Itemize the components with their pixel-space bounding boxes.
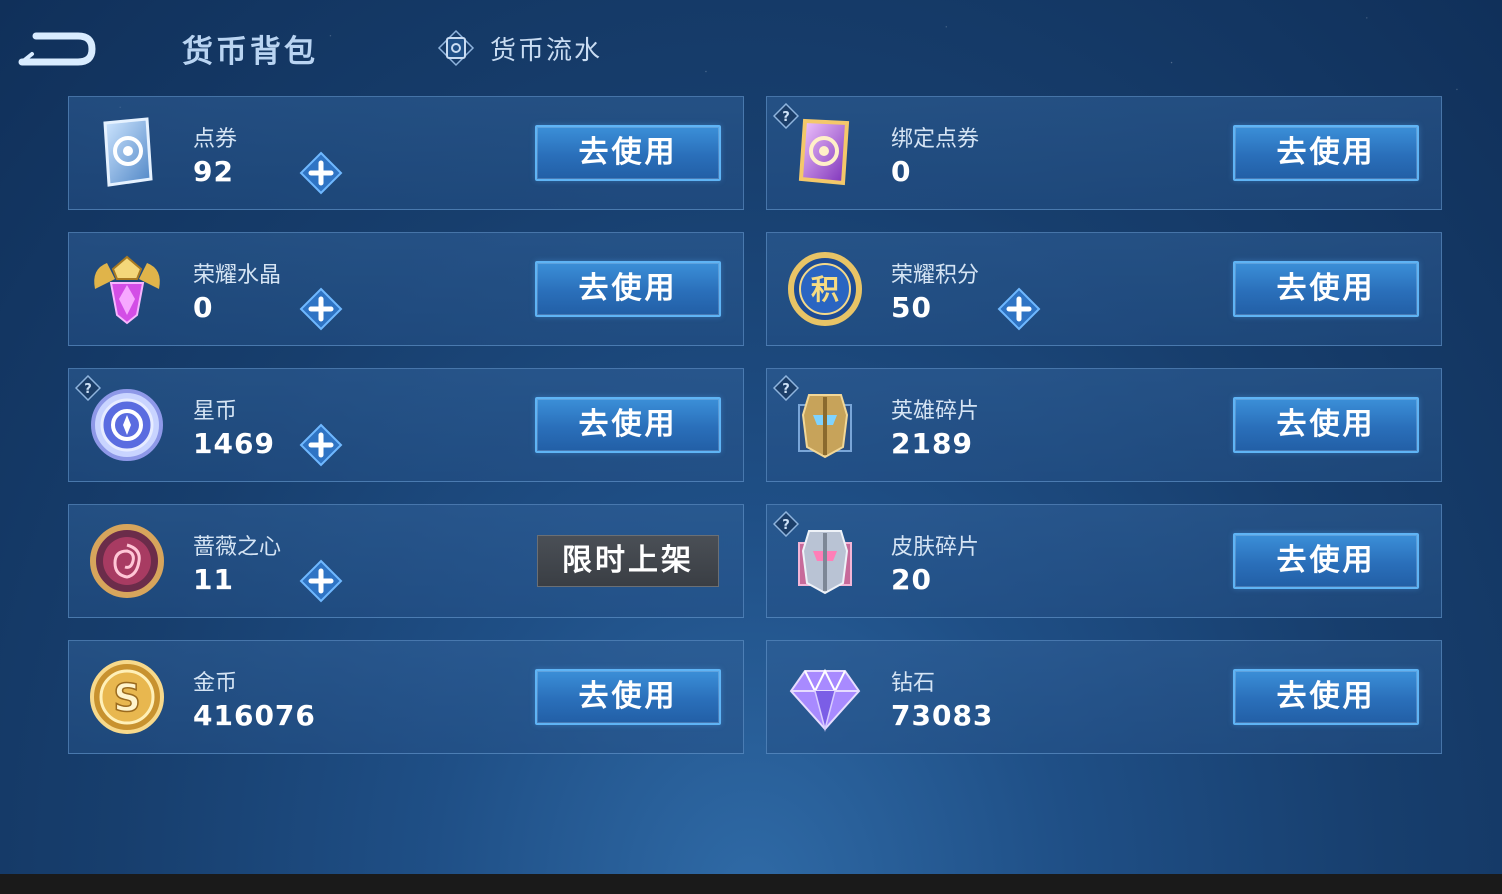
currency-amount: 20 (891, 563, 932, 596)
bottom-bar (0, 874, 1502, 894)
currency-name: 荣耀水晶 (193, 263, 282, 288)
use-button[interactable]: 去使用 (535, 125, 721, 181)
currency-card: 积 荣耀积分 50 去使用 (766, 232, 1442, 346)
currency-name: 英雄碎片 (891, 399, 980, 424)
currency-amount: 11 (193, 563, 234, 596)
currency-name: 蔷薇之心 (193, 535, 282, 560)
add-currency-button[interactable] (299, 287, 343, 331)
use-button[interactable]: 去使用 (535, 669, 721, 725)
currency-card: 点券 92 去使用 (68, 96, 744, 210)
currency-card: S 金币 416076 去使用 (68, 640, 744, 754)
currency-card: 蔷薇之心 11 限时上架 (68, 504, 744, 618)
currency-amount: 2189 (891, 427, 973, 460)
currency-card: ? 星币 1469 去使用 (68, 368, 744, 482)
currency-amount: 0 (891, 155, 912, 188)
currency-card: ? 绑定点券 0 去使用 (766, 96, 1442, 210)
currency-amount: 73083 (891, 699, 994, 732)
currency-card: ? 皮肤碎片 20 去使用 (766, 504, 1442, 618)
add-currency-button[interactable] (299, 151, 343, 195)
currency-name: 皮肤碎片 (891, 535, 980, 560)
star-coin-icon (87, 385, 167, 465)
currency-name: 点券 (193, 127, 238, 152)
currency-name: 星币 (193, 399, 238, 424)
use-button[interactable]: 去使用 (1233, 669, 1419, 725)
currency-amount: 1469 (193, 427, 275, 460)
currency-name: 金币 (193, 671, 238, 696)
currency-amount: 92 (193, 155, 234, 188)
use-button[interactable]: 去使用 (1233, 533, 1419, 589)
add-currency-button[interactable] (299, 559, 343, 603)
glory-points-icon: 积 (785, 249, 865, 329)
currency-amount: 416076 (193, 699, 316, 732)
rose-heart-icon (87, 521, 167, 601)
currency-flow-link[interactable]: 货币流水 (436, 28, 602, 68)
skin-fragment-icon (785, 521, 865, 601)
use-button[interactable]: 去使用 (535, 397, 721, 453)
page-title: 货币背包 (182, 34, 318, 70)
add-currency-button[interactable] (997, 287, 1041, 331)
svg-text:积: 积 (811, 273, 839, 306)
currency-name: 绑定点券 (891, 127, 980, 152)
currency-name: 荣耀积分 (891, 263, 980, 288)
use-button[interactable]: 去使用 (535, 261, 721, 317)
currency-amount: 50 (891, 291, 932, 324)
use-button[interactable]: 去使用 (1233, 125, 1419, 181)
limited-time-button: 限时上架 (537, 535, 719, 587)
bound-ticket-icon (785, 113, 865, 193)
gold-coin-icon: S (87, 657, 167, 737)
flow-diamond-icon (437, 29, 475, 67)
ticket-icon (87, 113, 167, 193)
diamond-icon (785, 657, 865, 737)
currency-name: 钻石 (891, 671, 936, 696)
glory-crystal-icon (87, 249, 167, 329)
currency-card: 荣耀水晶 0 去使用 (68, 232, 744, 346)
currency-flow-label: 货币流水 (490, 35, 603, 66)
use-button[interactable]: 去使用 (1233, 397, 1419, 453)
currency-card: 钻石 73083 去使用 (766, 640, 1442, 754)
currency-amount: 0 (193, 291, 214, 324)
add-currency-button[interactable] (299, 423, 343, 467)
svg-text:S: S (113, 676, 140, 720)
back-button[interactable] (16, 24, 96, 70)
hero-fragment-icon (785, 385, 865, 465)
back-arrow-icon (18, 32, 96, 66)
currency-card: ? 英雄碎片 2189 去使用 (766, 368, 1442, 482)
use-button[interactable]: 去使用 (1233, 261, 1419, 317)
